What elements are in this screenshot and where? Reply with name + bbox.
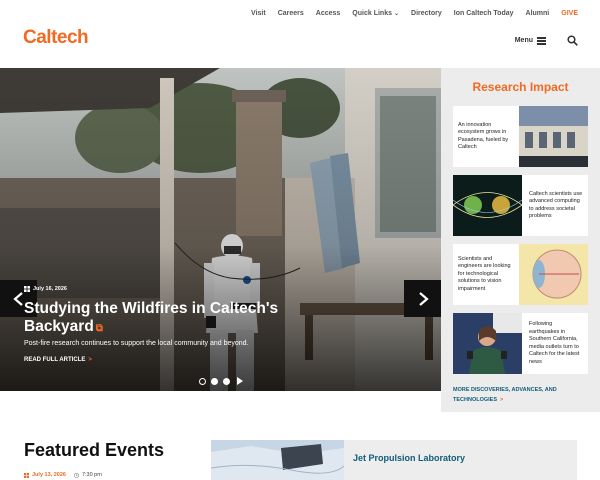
nav-access[interactable]: Access	[316, 10, 341, 17]
impact-card[interactable]: Scientists and engineers are looking for…	[453, 244, 588, 305]
hero-slider: July 16, 2026 Studying the Wildfires in …	[0, 68, 441, 391]
research-impact-panel: Research Impact An innovation ecosystem …	[441, 68, 600, 412]
research-impact-title: Research Impact	[472, 80, 569, 94]
impact-card-text: Following earthquakes in Southern Califo…	[529, 321, 580, 365]
event-date-text: July 13, 2026	[32, 472, 66, 478]
event-time-text: 7:30 pm	[81, 472, 102, 478]
menu-button[interactable]: Menu	[514, 37, 546, 45]
nav-quick-links[interactable]: Quick Links ⌄	[352, 10, 399, 17]
external-link-icon: ⧉	[95, 323, 103, 334]
computing-visualization-image	[453, 175, 522, 236]
nav-alumni[interactable]: Alumni	[526, 10, 550, 17]
press-conference-image	[453, 313, 522, 374]
jpl-card-title: Jet Propulsion Laboratory	[353, 453, 466, 463]
chevron-right-small-icon: >	[88, 357, 92, 363]
hero-title[interactable]: Studying the Wildfires in Caltech's Back…	[24, 300, 314, 338]
event-meta: July 13, 2026 7:30 pm	[24, 472, 102, 478]
nav-careers[interactable]: Careers	[278, 10, 304, 17]
pasadena-building-image	[519, 106, 588, 167]
chevron-right-icon	[418, 291, 429, 306]
slider-dot-active[interactable]	[211, 377, 218, 385]
impact-card-image	[453, 175, 522, 236]
more-discoveries-link[interactable]: MORE DISCOVERIES, ADVANCES, AND TECHNOLO…	[453, 385, 588, 405]
quick-links-label: Quick Links	[352, 10, 392, 17]
nav-directory[interactable]: Directory	[411, 10, 442, 17]
featured-events-title: Featured Events	[24, 440, 165, 460]
impact-card[interactable]: An innovation ecosystem grows in Pasaden…	[453, 106, 588, 167]
slider-dot[interactable]	[199, 377, 206, 385]
jpl-event-card[interactable]: Jet Propulsion Laboratory	[211, 440, 577, 480]
nav-visit[interactable]: Visit	[251, 10, 266, 17]
impact-card[interactable]: Caltech scientists use advanced computin…	[453, 175, 588, 236]
hero-title-text: Studying the Wildfires in Caltech's Back…	[24, 300, 279, 335]
impact-card-text: Scientists and engineers are looking for…	[458, 255, 511, 292]
impact-card-image	[519, 244, 588, 305]
impact-card[interactable]: Following earthquakes in Southern Califo…	[453, 313, 588, 374]
hamburger-icon	[537, 37, 546, 45]
nav-ion-caltech-today[interactable]: Ion Caltech Today	[454, 10, 514, 17]
read-full-article-label: READ FULL ARTICLE	[24, 357, 86, 363]
hero-date-text: July 16, 2026	[33, 286, 67, 292]
hero-next-button[interactable]	[404, 280, 441, 317]
event-date: July 13, 2026	[24, 472, 66, 478]
calendar-icon	[24, 286, 30, 292]
slider-dot[interactable]	[223, 377, 230, 385]
more-discoveries-label: MORE DISCOVERIES, ADVANCES, AND TECHNOLO…	[453, 387, 557, 403]
jpl-card-image	[211, 440, 344, 480]
clock-icon	[74, 472, 79, 478]
impact-card-image	[453, 313, 522, 374]
menu-label: Menu	[514, 37, 533, 44]
eye-illustration-image	[519, 244, 588, 305]
nav-give[interactable]: GIVE	[561, 10, 578, 17]
utility-nav: Visit Careers Access Quick Links ⌄ Direct…	[251, 10, 578, 17]
impact-card-image	[519, 106, 588, 167]
impact-card-text: Caltech scientists use advanced computin…	[529, 190, 583, 220]
hero-date: July 16, 2026	[24, 286, 67, 292]
caltech-logo[interactable]: Caltech	[23, 27, 89, 49]
play-icon[interactable]	[237, 377, 243, 385]
hero-subtitle: Post-fire research continues to support …	[24, 340, 249, 347]
search-icon[interactable]	[567, 35, 578, 46]
chevron-down-icon: ⌄	[393, 11, 400, 17]
chevron-right-small-icon: >	[500, 397, 504, 403]
calendar-icon	[24, 472, 29, 478]
read-full-article-link[interactable]: READ FULL ARTICLE >	[24, 357, 92, 363]
icy-landscape-image	[211, 440, 344, 480]
slider-pagination	[199, 377, 243, 385]
event-time: 7:30 pm	[74, 472, 102, 478]
impact-card-text: An innovation ecosystem grows in Pasaden…	[458, 121, 509, 151]
